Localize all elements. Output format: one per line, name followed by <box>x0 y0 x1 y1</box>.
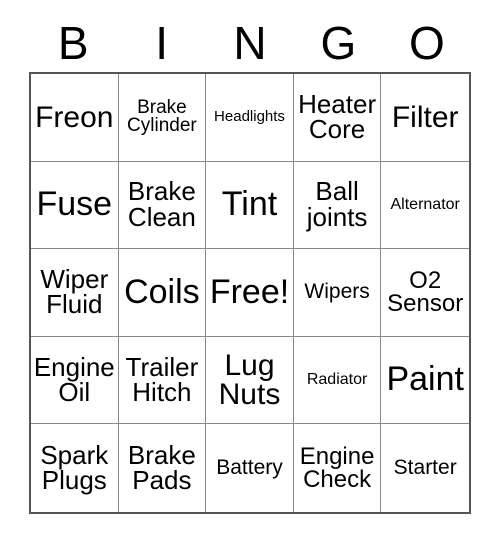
bingo-cell-r4c5[interactable]: Paint <box>381 337 469 425</box>
bingo-cell-label: Wipers <box>304 280 370 304</box>
bingo-cell-label: Engine Check <box>299 442 375 494</box>
bingo-header-letter-n: N <box>233 17 267 69</box>
bingo-cell-label: Spark Plugs <box>40 439 109 496</box>
bingo-header-letter-g: G <box>320 17 357 69</box>
bingo-cell-label: Freon <box>35 100 114 134</box>
bingo-cell-label: Fuse <box>36 185 113 224</box>
bingo-cell-r2c5[interactable]: Alternator <box>381 162 469 250</box>
bingo-cell-label: Lug Nuts <box>218 348 281 412</box>
bingo-cell-label: Tint <box>221 185 278 224</box>
bingo-grid: Freon Brake Cylinder Headlights Heater Core… <box>29 72 471 514</box>
bingo-header: B I N GO <box>29 14 471 72</box>
bingo-cell-label: Alternator <box>390 196 460 214</box>
bingo-cell-label: O2 Sensor <box>387 266 464 318</box>
bingo-card: B I N GO Freon Brake Cylinder Headlights Heate… <box>0 0 500 544</box>
bingo-header-letter-i: I <box>155 17 168 69</box>
bingo-cell-label: Coils <box>124 272 200 311</box>
bingo-cell-r4c2[interactable]: Trailer Hitch <box>118 336 207 425</box>
bingo-cell-r5c5[interactable]: Starter <box>381 424 469 512</box>
bingo-cell-label: Brake Cylinder <box>127 96 197 137</box>
bingo-cell-r1c4[interactable]: Heater Core <box>293 74 382 162</box>
bingo-cell-r4c3[interactable]: Lug Nuts <box>206 336 294 425</box>
bingo-cell-r1c3[interactable]: Headlights <box>206 74 294 162</box>
bingo-header-letter-o: O <box>408 17 445 69</box>
bingo-cell-label: Paint <box>386 360 464 399</box>
bingo-cell-label: Battery <box>216 455 283 479</box>
bingo-cell-r2c1[interactable]: Fuse <box>31 161 119 250</box>
bingo-cell-label: Headlights <box>214 107 285 125</box>
bingo-cell-r3c1[interactable]: Wiper Fluid <box>31 249 119 337</box>
bingo-cell-r1c1[interactable]: Freon <box>31 74 119 162</box>
bingo-cell-label: Ball joints <box>306 176 368 232</box>
bingo-cell-label: Trailer Hitch <box>125 351 199 408</box>
bingo-header-letter-b: B <box>57 17 89 69</box>
bingo-cell-r1c2[interactable]: Brake Cylinder <box>118 74 207 162</box>
bingo-cell-r2c2[interactable]: Brake Clean <box>118 161 207 250</box>
bingo-cell-r3c4[interactable]: Wipers <box>293 249 382 337</box>
bingo-cell-r3c3[interactable]: Free! <box>206 249 294 337</box>
bingo-cell-label: Brake Pads <box>127 439 196 496</box>
bingo-cell-r5c2[interactable]: Brake Pads <box>119 424 207 512</box>
bingo-cell-r5c4[interactable]: Engine Check <box>294 424 382 512</box>
bingo-cell-label: Radiator <box>306 371 368 389</box>
bingo-cell-r5c1[interactable]: Spark Plugs <box>31 424 119 512</box>
bingo-cell-label: Starter <box>393 455 457 479</box>
bingo-cell-label: Free! <box>209 272 290 311</box>
bingo-cell-label: Wiper Fluid <box>40 264 109 320</box>
bingo-cell-label: Filter <box>391 100 459 134</box>
bingo-cell-label: Engine Oil <box>33 351 115 408</box>
bingo-cell-r2c3[interactable]: Tint <box>206 161 294 250</box>
bingo-cell-r3c5[interactable]: O2 Sensor <box>381 249 469 337</box>
bingo-cell-r3c2[interactable]: Coils <box>118 249 207 337</box>
bingo-cell-r5c3[interactable]: Battery <box>206 424 294 512</box>
bingo-cell-r2c4[interactable]: Ball joints <box>293 161 382 250</box>
bingo-cell-label: Brake Clean <box>127 176 196 232</box>
bingo-cell-r1c5[interactable]: Filter <box>381 74 469 162</box>
bingo-cell-r4c4[interactable]: Radiator <box>293 336 382 425</box>
bingo-cell-r4c1[interactable]: Engine Oil <box>31 336 119 425</box>
bingo-cell-label: Heater Core <box>298 88 377 145</box>
